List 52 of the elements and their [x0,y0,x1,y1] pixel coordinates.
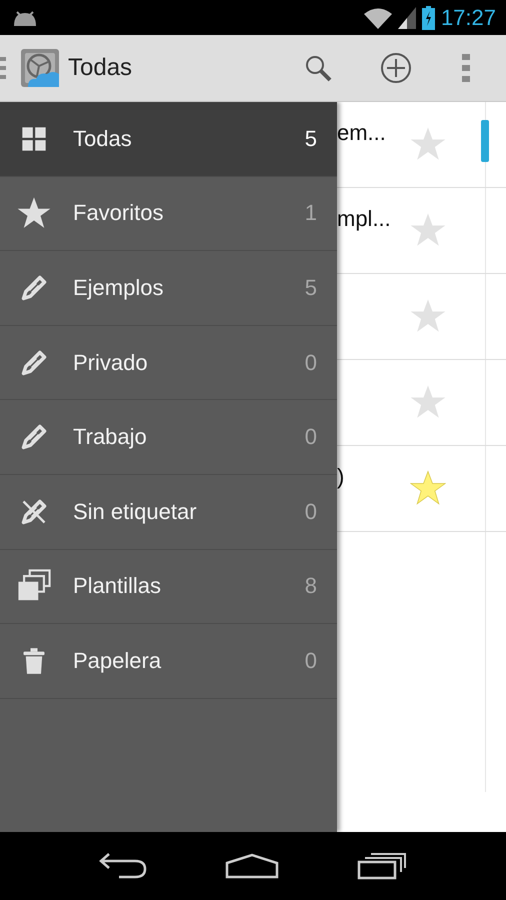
item-count: 8 [304,573,317,600]
item-count: 0 [304,424,317,450]
recent-apps-icon[interactable] [357,852,407,880]
drawer-item[interactable]: Favoritos 1 [0,176,337,252]
drawer-item[interactable]: Privado 0 [0,326,337,400]
drawer-item[interactable]: Ejemplos 5 [0,251,337,326]
add-icon[interactable] [380,52,412,84]
drawer-item[interactable]: Papelera 0 [0,624,337,699]
item-label: Trabajo [73,424,148,450]
android-icon [12,10,38,26]
star-icon [17,196,51,230]
item-count: 5 [304,274,317,301]
drawer-item[interactable]: Sin etiquetar 0 [0,474,337,550]
pencil-icon [20,348,48,377]
item-count: 0 [304,648,317,674]
star-icon[interactable] [410,384,446,420]
drawer-indicator-icon[interactable] [0,57,6,79]
item-count: 1 [304,200,317,226]
search-icon[interactable] [304,54,332,82]
item-count: 0 [304,350,317,376]
note-title: mpl... [337,206,391,232]
drawer-item[interactable]: Trabajo 0 [0,400,337,475]
pencil-icon [20,423,48,452]
safe-cloud-icon[interactable] [20,48,60,88]
drawer-item[interactable]: Plantillas 8 [0,550,337,624]
item-count: 0 [304,498,317,525]
note-title: ) [337,464,344,490]
item-label: Todas [73,126,133,152]
home-icon[interactable] [225,853,279,879]
star-icon[interactable] [410,298,446,334]
item-label: Privado [73,350,149,376]
item-label: Favoritos [73,200,164,226]
grid-icon [20,124,48,153]
pencil-icon [20,274,48,302]
star-icon[interactable] [410,212,446,248]
drawer-item[interactable]: Todas 5 [0,102,337,177]
star-icon[interactable] [410,470,446,506]
item-label: Ejemplos [73,274,164,301]
item-label: Plantillas [73,573,162,600]
star-icon[interactable] [410,126,446,162]
signal-icon [398,6,416,28]
item-label: Sin etiquetar [73,498,198,525]
overflow-menu-icon[interactable] [462,54,470,82]
wifi-icon [364,6,392,28]
item-label: Papelera [73,648,162,674]
screen-title: Todas [68,54,132,82]
battery-icon [422,6,435,30]
back-icon[interactable] [99,853,147,879]
crossed-pencil-icon [20,498,48,526]
note-title: em... [337,120,386,146]
clock-time: 17:27 [440,4,496,30]
item-count: 5 [304,126,317,152]
